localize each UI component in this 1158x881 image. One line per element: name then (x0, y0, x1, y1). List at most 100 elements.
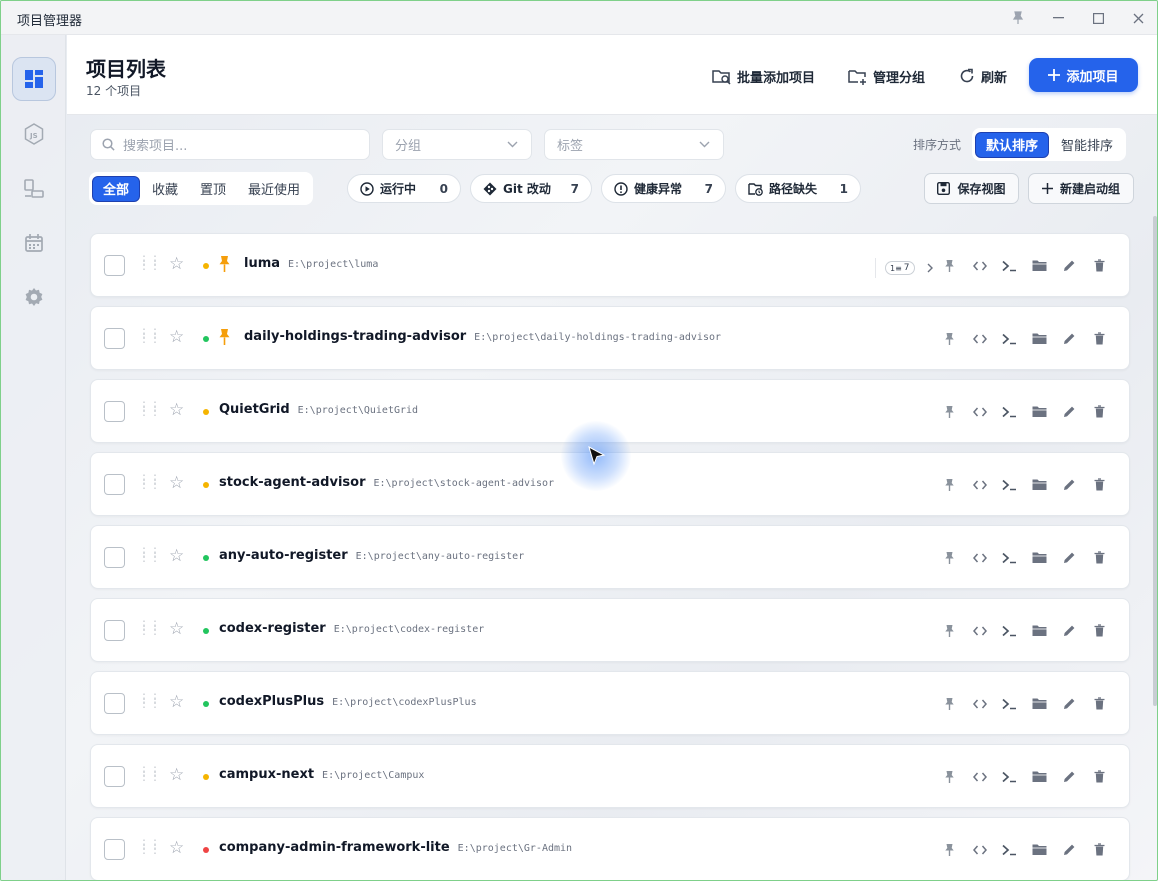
sort-default-button[interactable]: 默认排序 (975, 131, 1050, 158)
pin-icon[interactable] (940, 329, 959, 348)
pin-icon[interactable] (940, 256, 959, 275)
pin-icon[interactable] (940, 621, 959, 640)
edit-icon[interactable] (1060, 475, 1079, 494)
batch-add-button[interactable]: 批量添加项目 (712, 59, 815, 93)
row-checkbox[interactable] (104, 547, 125, 568)
drag-handle-icon[interactable]: ⋮⋮ ⋮⋮ (138, 838, 161, 856)
project-name[interactable]: any-auto-register (219, 548, 348, 563)
folder-open-icon[interactable] (1030, 548, 1049, 567)
edit-icon[interactable] (1060, 840, 1079, 859)
folder-open-icon[interactable] (1030, 475, 1049, 494)
chip-health-issues[interactable]: 健康异常 7 (601, 174, 726, 203)
drag-handle-icon[interactable]: ⋮⋮ ⋮⋮ (138, 765, 161, 783)
terminal-icon[interactable] (1000, 694, 1019, 713)
terminal-icon[interactable] (1000, 329, 1019, 348)
tab-favorites[interactable]: 收藏 (142, 176, 188, 202)
pin-icon[interactable] (940, 402, 959, 421)
tab-recent[interactable]: 最近使用 (238, 176, 310, 202)
edit-icon[interactable] (1060, 621, 1079, 640)
row-checkbox[interactable] (104, 766, 125, 787)
sidebar-item-devices[interactable] (12, 167, 56, 211)
project-name[interactable]: luma (244, 256, 280, 271)
edit-icon[interactable] (1060, 402, 1079, 421)
trash-icon[interactable] (1090, 402, 1109, 421)
terminal-icon[interactable] (1000, 840, 1019, 859)
pin-icon[interactable] (940, 475, 959, 494)
code-icon[interactable] (970, 694, 989, 713)
terminal-icon[interactable] (1000, 548, 1019, 567)
new-launch-group-button[interactable]: 新建启动组 (1028, 173, 1134, 204)
star-icon[interactable]: ☆ (169, 838, 184, 858)
code-icon[interactable] (970, 402, 989, 421)
group-select[interactable]: 分组 (382, 129, 532, 160)
project-row[interactable]: ⋮⋮ ⋮⋮ ☆ luma E:\project\luma 1≡ 7 (90, 233, 1130, 297)
project-row[interactable]: ⋮⋮ ⋮⋮ ☆ company-admin-framework-lite E:\proj… (90, 817, 1130, 880)
sidebar-item-settings[interactable] (12, 275, 56, 319)
sidebar-item-calendar[interactable] (12, 221, 56, 265)
terminal-icon[interactable] (1000, 256, 1019, 275)
edit-icon[interactable] (1060, 548, 1079, 567)
drag-handle-icon[interactable]: ⋮⋮ ⋮⋮ (138, 546, 161, 564)
sidebar-item-dashboard[interactable] (12, 57, 56, 101)
code-icon[interactable] (970, 548, 989, 567)
trash-icon[interactable] (1090, 840, 1109, 859)
trash-icon[interactable] (1090, 767, 1109, 786)
trash-icon[interactable] (1090, 621, 1109, 640)
drag-handle-icon[interactable]: ⋮⋮ ⋮⋮ (138, 400, 161, 418)
project-row[interactable]: ⋮⋮ ⋮⋮ ☆ codex-register E:\project\codex-regi… (90, 598, 1130, 662)
drag-handle-icon[interactable]: ⋮⋮ ⋮⋮ (138, 692, 161, 710)
terminal-icon[interactable] (1000, 767, 1019, 786)
code-icon[interactable] (970, 475, 989, 494)
trash-icon[interactable] (1090, 548, 1109, 567)
star-icon[interactable]: ☆ (169, 473, 184, 493)
minimize-button[interactable] (1044, 7, 1072, 29)
trash-icon[interactable] (1090, 256, 1109, 275)
drag-handle-icon[interactable]: ⋮⋮ ⋮⋮ (138, 327, 161, 345)
folder-open-icon[interactable] (1030, 840, 1049, 859)
sort-smart-button[interactable]: 智能排序 (1051, 132, 1123, 158)
add-project-button[interactable]: 添加项目 (1029, 58, 1138, 92)
terminal-icon[interactable] (1000, 402, 1019, 421)
branch-badge[interactable]: 1≡ 7 (875, 258, 933, 278)
code-icon[interactable] (970, 329, 989, 348)
pin-icon[interactable] (940, 694, 959, 713)
sidebar-item-nodejs[interactable]: JS (12, 112, 56, 156)
tab-pinned[interactable]: 置顶 (190, 176, 236, 202)
row-checkbox[interactable] (104, 839, 125, 860)
folder-open-icon[interactable] (1030, 329, 1049, 348)
pin-icon[interactable] (940, 548, 959, 567)
drag-handle-icon[interactable]: ⋮⋮ ⋮⋮ (138, 254, 161, 272)
star-icon[interactable]: ☆ (169, 619, 184, 639)
terminal-icon[interactable] (1000, 621, 1019, 640)
row-checkbox[interactable] (104, 474, 125, 495)
chip-running[interactable]: 运行中 0 (347, 174, 461, 203)
folder-open-icon[interactable] (1030, 256, 1049, 275)
drag-handle-icon[interactable]: ⋮⋮ ⋮⋮ (138, 473, 161, 491)
terminal-icon[interactable] (1000, 475, 1019, 494)
project-name[interactable]: codex-register (219, 621, 326, 636)
project-name[interactable]: company-admin-framework-lite (219, 840, 450, 855)
search-input[interactable]: 搜索项目... (90, 129, 370, 160)
star-icon[interactable]: ☆ (169, 254, 184, 274)
edit-icon[interactable] (1060, 767, 1079, 786)
code-icon[interactable] (970, 621, 989, 640)
project-name[interactable]: QuietGrid (219, 402, 290, 417)
drag-handle-icon[interactable]: ⋮⋮ ⋮⋮ (138, 619, 161, 637)
row-checkbox[interactable] (104, 328, 125, 349)
refresh-button[interactable]: 刷新 (959, 59, 1007, 93)
project-name[interactable]: daily-holdings-trading-advisor (244, 329, 466, 344)
code-icon[interactable] (970, 767, 989, 786)
folder-open-icon[interactable] (1030, 694, 1049, 713)
project-row[interactable]: ⋮⋮ ⋮⋮ ☆ codexPlusPlus E:\project\codexPlusPl… (90, 671, 1130, 735)
project-name[interactable]: stock-agent-advisor (219, 475, 365, 490)
scrollbar[interactable] (1153, 216, 1157, 706)
star-icon[interactable]: ☆ (169, 327, 184, 347)
manage-groups-button[interactable]: 管理分组 (848, 59, 925, 93)
edit-icon[interactable] (1060, 329, 1079, 348)
edit-icon[interactable] (1060, 256, 1079, 275)
folder-open-icon[interactable] (1030, 402, 1049, 421)
code-icon[interactable] (970, 256, 989, 275)
code-icon[interactable] (970, 840, 989, 859)
save-view-button[interactable]: 保存视图 (924, 173, 1019, 204)
project-name[interactable]: codexPlusPlus (219, 694, 324, 709)
